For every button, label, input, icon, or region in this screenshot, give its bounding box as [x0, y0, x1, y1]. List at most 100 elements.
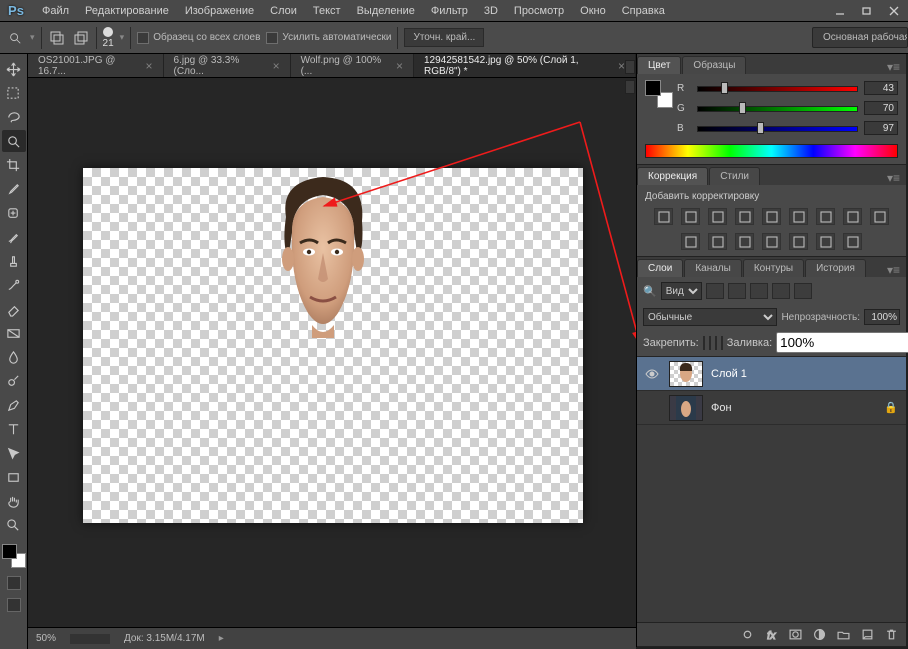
menu-просмотр[interactable]: Просмотр — [506, 2, 572, 20]
adjustment-posterize-icon[interactable] — [762, 233, 781, 250]
brush-dropdown-icon[interactable]: ▾ — [120, 32, 125, 43]
layer-name[interactable]: Слой 1 — [711, 368, 906, 380]
adjustment-curves-icon[interactable] — [708, 208, 727, 225]
tool-move[interactable] — [2, 58, 26, 80]
zoom-level[interactable]: 50% — [36, 633, 56, 644]
adjustment-color-lookup-icon[interactable] — [708, 233, 727, 250]
workspace-switcher-button[interactable]: Основная рабочая сред — [812, 27, 908, 48]
close-tab-icon[interactable]: × — [146, 59, 153, 73]
tool-rectangle[interactable] — [2, 466, 26, 488]
layer-visibility-toggle[interactable] — [643, 365, 661, 383]
menu-редактирование[interactable]: Редактирование — [77, 2, 177, 20]
window-close-button[interactable] — [881, 2, 906, 20]
tool-healing[interactable] — [2, 202, 26, 224]
document-tab[interactable]: Wolf.png @ 100% (...× — [291, 54, 414, 77]
current-tool-icon[interactable] — [6, 29, 24, 47]
tool-path-select[interactable] — [2, 442, 26, 464]
layer-name[interactable]: Фон — [711, 402, 884, 414]
adjustment-channel-mixer-icon[interactable] — [681, 233, 700, 250]
collapsed-panel-icon[interactable] — [625, 80, 635, 94]
layer-visibility-toggle[interactable] — [643, 399, 661, 417]
layer-style-icon[interactable]: fx — [762, 627, 780, 643]
delete-layer-icon[interactable] — [882, 627, 900, 643]
close-tab-icon[interactable]: × — [273, 59, 280, 73]
panel-menu-icon[interactable]: ▾≡ — [881, 263, 906, 277]
tab-history[interactable]: История — [805, 259, 866, 277]
filter-shape-icon[interactable] — [772, 283, 790, 299]
tool-lasso[interactable] — [2, 106, 26, 128]
adjustment-exposure-icon[interactable] — [735, 208, 754, 225]
canvas-area[interactable] — [28, 78, 636, 627]
new-group-icon[interactable] — [834, 627, 852, 643]
adjustment-hue-icon[interactable] — [789, 208, 808, 225]
document-tab[interactable]: 12942581542.jpg @ 50% (Слой 1, RGB/8") *… — [414, 54, 636, 77]
brush-size-preset[interactable]: 21 — [103, 27, 114, 49]
filter-pixel-icon[interactable] — [706, 283, 724, 299]
tool-gradient[interactable] — [2, 322, 26, 344]
tool-crop[interactable] — [2, 154, 26, 176]
refine-edge-button[interactable]: Уточн. край... — [404, 28, 484, 47]
status-menu-arrow-icon[interactable]: ▸ — [219, 633, 224, 644]
tab-paths[interactable]: Контуры — [743, 259, 804, 277]
tab-adjustments[interactable]: Коррекция — [637, 167, 708, 185]
tool-marquee[interactable] — [2, 82, 26, 104]
tool-pen[interactable] — [2, 394, 26, 416]
filter-type-icon[interactable] — [750, 283, 768, 299]
tab-swatches[interactable]: Образцы — [682, 56, 746, 74]
tool-type[interactable] — [2, 418, 26, 440]
auto-enhance-checkbox[interactable]: Усилить автоматически — [266, 31, 391, 43]
blue-slider[interactable] — [697, 123, 858, 133]
tab-styles[interactable]: Стили — [709, 167, 760, 185]
adjustment-brightness-icon[interactable] — [654, 208, 673, 225]
menu-изображение[interactable]: Изображение — [177, 2, 262, 20]
menu-файл[interactable]: Файл — [34, 2, 77, 20]
fill-input[interactable] — [776, 332, 908, 353]
new-adjustment-layer-icon[interactable] — [810, 627, 828, 643]
screen-mode-toggle[interactable] — [7, 598, 21, 612]
tab-color[interactable]: Цвет — [637, 56, 681, 74]
opacity-input[interactable] — [864, 309, 900, 325]
menu-фильтр[interactable]: Фильтр — [423, 2, 476, 20]
dropdown-arrow-icon[interactable]: ▾ — [30, 32, 35, 43]
color-ramp[interactable] — [645, 144, 898, 158]
window-minimize-button[interactable] — [827, 2, 852, 20]
quick-mask-toggle[interactable] — [7, 576, 21, 590]
link-layers-icon[interactable] — [738, 627, 756, 643]
new-layer-icon[interactable] — [858, 627, 876, 643]
layer-mask-icon[interactable] — [786, 627, 804, 643]
adjustment-vibrance-icon[interactable] — [762, 208, 781, 225]
tab-layers[interactable]: Слои — [637, 259, 683, 277]
layer-thumbnail[interactable] — [669, 361, 703, 387]
lock-pixels-icon[interactable] — [709, 336, 711, 350]
window-restore-button[interactable] — [854, 2, 879, 20]
menu-слои[interactable]: Слои — [262, 2, 305, 20]
menu-текст[interactable]: Текст — [305, 2, 349, 20]
adjustment-bw-icon[interactable] — [843, 208, 862, 225]
subtract-from-selection-icon[interactable] — [72, 29, 90, 47]
adjustment-gradient-map-icon[interactable] — [816, 233, 835, 250]
blend-mode-select[interactable]: Обычные — [643, 308, 777, 326]
foreground-background-colors[interactable] — [2, 544, 26, 568]
tool-hand[interactable] — [2, 490, 26, 512]
tool-stamp[interactable] — [2, 250, 26, 272]
adjustment-levels-icon[interactable] — [681, 208, 700, 225]
tool-quick-select[interactable] — [2, 130, 26, 152]
panel-menu-icon[interactable]: ▾≡ — [881, 171, 906, 185]
layer-filter-kind-select[interactable]: Вид — [661, 282, 702, 300]
lock-all-icon[interactable] — [721, 336, 723, 350]
filter-smart-icon[interactable] — [794, 283, 812, 299]
green-slider[interactable] — [697, 103, 858, 113]
adjustment-photo-filter-icon[interactable] — [870, 208, 889, 225]
menu-окно[interactable]: Окно — [572, 2, 614, 20]
menu-3d[interactable]: 3D — [476, 2, 506, 20]
lock-position-icon[interactable] — [715, 336, 717, 350]
layer-row[interactable]: Фон🔒 — [637, 391, 906, 425]
blue-input[interactable] — [864, 121, 898, 135]
menu-выделение[interactable]: Выделение — [349, 2, 423, 20]
layer-row[interactable]: Слой 1 — [637, 357, 906, 391]
tool-eraser[interactable] — [2, 298, 26, 320]
panel-menu-icon[interactable]: ▾≡ — [881, 60, 906, 74]
tool-eyedropper[interactable] — [2, 178, 26, 200]
tool-blur[interactable] — [2, 346, 26, 368]
adjustment-selective-color-icon[interactable] — [843, 233, 862, 250]
